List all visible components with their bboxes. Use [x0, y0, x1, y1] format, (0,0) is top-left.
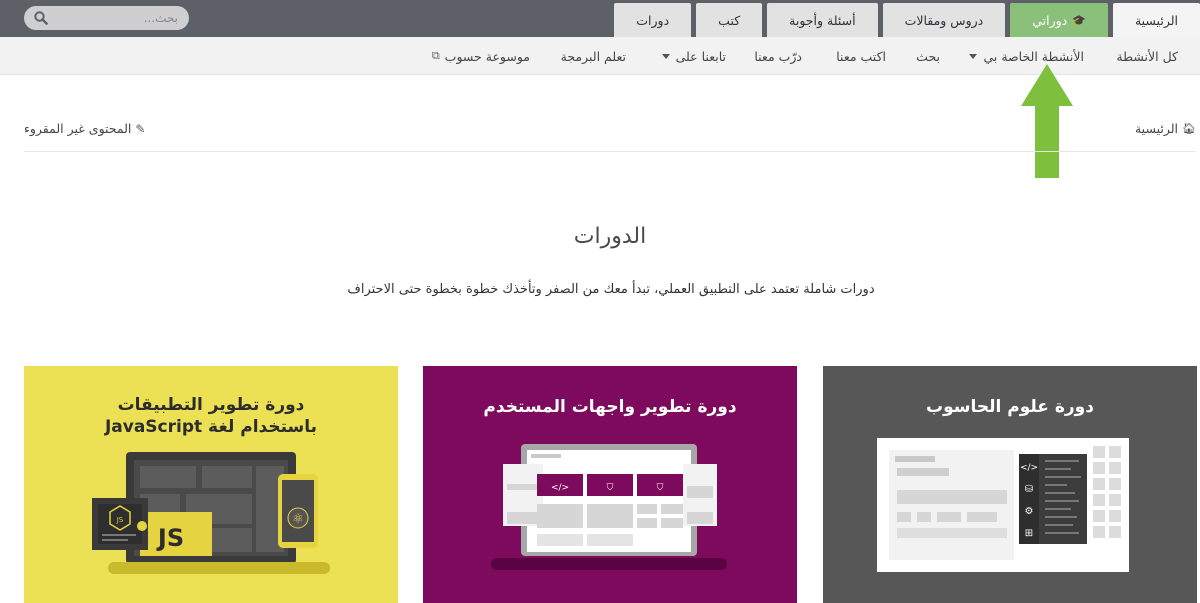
secondary-navigation: كل الأنشطة الأنشطة الخاصة بي بحث اكتب مع…	[0, 37, 1200, 75]
graduation-cap-icon: 🎓	[1072, 13, 1086, 27]
course-card-javascript[interactable]: ⚛ JS JS دورة تطوير التطبيقات باستخدام لغ…	[24, 366, 398, 603]
svg-text:⛉: ⛉	[607, 483, 614, 493]
search-input[interactable]	[58, 11, 178, 25]
search-icon[interactable]	[34, 11, 48, 25]
search-box[interactable]	[24, 6, 189, 30]
breadcrumb: 🏠︎ الرئيسية ✎ المحتوى غير المقروء	[24, 111, 1196, 152]
subnav-train-with-us-label: درّب معنا	[754, 48, 802, 64]
unread-content-label: المحتوى غير المقروء	[24, 121, 132, 136]
subnav-encyclopedia-label: موسوعة حسوب	[444, 48, 530, 64]
unread-content-link[interactable]: ✎ المحتوى غير المقروء	[24, 121, 145, 136]
page-title: الدورات	[573, 224, 647, 249]
course-title: دورة علوم الحاسوب	[926, 397, 1094, 417]
tab-questions-answers-label: أسئلة وأجوبة	[789, 12, 856, 28]
home-icon: 🏠︎	[1182, 122, 1196, 135]
subnav-train-with-us[interactable]: درّب معنا	[754, 37, 802, 75]
tab-lessons-articles-label: دروس ومقالات	[904, 12, 984, 28]
tab-courses[interactable]: دورات	[614, 3, 692, 37]
tab-books[interactable]: كتب	[696, 3, 763, 37]
page-description: دورات شاملة تعتمد على التطبيق العملي، تب…	[347, 282, 875, 297]
tab-my-courses-label: دوراتي	[1032, 12, 1068, 28]
subnav-all-activities[interactable]: كل الأنشطة	[1116, 37, 1178, 75]
subnav-search-label: بحث	[916, 48, 940, 64]
top-navigation-bar: الرئيسية 🎓 دوراتي دروس ومقالات أسئلة وأجو…	[0, 0, 1200, 37]
tab-courses-label: دورات	[636, 12, 670, 28]
subnav-all-activities-label: كل الأنشطة	[1116, 48, 1178, 64]
subnav-follow-us[interactable]: تابعنا على	[661, 37, 726, 75]
subnav-encyclopedia[interactable]: موسوعة حسوب ⧉	[432, 37, 530, 75]
course-title: دورة تطوير التطبيقات باستخدام لغة JavaSc…	[24, 394, 398, 438]
subnav-write-with-us[interactable]: اكتب معنا	[836, 37, 886, 75]
caret-down-icon	[969, 53, 978, 59]
svg-text:</>: </>	[551, 483, 569, 493]
svg-text:⛉: ⛉	[657, 483, 664, 493]
tab-questions-answers[interactable]: أسئلة وأجوبة	[767, 3, 878, 37]
breadcrumb-home[interactable]: 🏠︎ الرئيسية	[1135, 121, 1196, 136]
subnav-write-with-us-label: اكتب معنا	[836, 48, 886, 64]
subnav-search[interactable]: بحث	[916, 37, 940, 75]
tab-home-label: الرئيسية	[1134, 12, 1178, 28]
magic-wand-icon: ✎	[135, 121, 146, 136]
course-card-computer-science[interactable]: </> ⛁ ⚙ ⊞ دورة علوم الحاسوب	[823, 366, 1197, 603]
subnav-learn-programming[interactable]: تعلم البرمجة	[561, 37, 626, 75]
external-link-icon: ⧉	[431, 49, 440, 62]
course-title: دورة تطوير واجهات المستخدم	[483, 397, 737, 417]
svg-text:⚛: ⚛	[292, 512, 304, 527]
tab-home[interactable]: الرئيسية	[1112, 3, 1200, 37]
tab-my-courses[interactable]: 🎓 دوراتي	[1010, 3, 1108, 37]
subnav-learn-programming-label: تعلم البرمجة	[560, 48, 626, 64]
svg-text:</>: </>	[1020, 463, 1038, 473]
main-tabs: الرئيسية 🎓 دوراتي دروس ومقالات أسئلة وأجو…	[609, 3, 1200, 37]
js-badge: JS	[156, 524, 184, 552]
tab-lessons-articles[interactable]: دروس ومقالات	[882, 3, 1006, 37]
course-card-ui-development[interactable]: </> ⛉ ⛉ دورة تطوير واجهات المستخدم	[423, 366, 797, 603]
subnav-my-activities-label: الأنشطة الخاصة بي	[983, 48, 1084, 64]
svg-text:⊞: ⊞	[1025, 528, 1033, 539]
tab-books-label: كتب	[718, 12, 741, 28]
svg-text:⛁: ⛁	[1025, 484, 1033, 495]
breadcrumb-home-label: الرئيسية	[1134, 121, 1179, 136]
svg-text:⚙: ⚙	[1025, 506, 1034, 517]
subnav-follow-us-label: تابعنا على	[675, 48, 726, 64]
course-title-line2: باستخدام لغة JavaScript	[104, 417, 318, 437]
course-title-line1: دورة تطوير التطبيقات	[117, 395, 305, 415]
caret-down-icon	[661, 53, 670, 59]
svg-text:JS: JS	[116, 516, 124, 524]
